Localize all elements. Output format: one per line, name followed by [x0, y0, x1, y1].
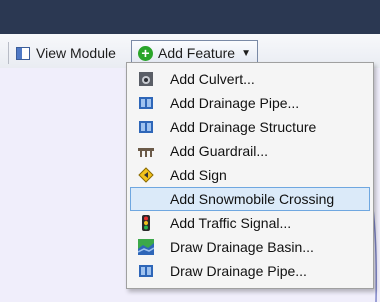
menu-item-label: Draw Drainage Pipe...	[170, 263, 307, 279]
traffic-signal-icon	[142, 215, 150, 231]
menu-item-add-sign[interactable]: Add Sign	[130, 163, 370, 187]
menu-item-label: Add Drainage Structure	[170, 119, 317, 135]
culvert-icon	[139, 72, 153, 86]
menu-item-label: Add Sign	[170, 167, 227, 183]
toolbar-separator	[8, 42, 9, 64]
menu-item-draw-drainage-pipe[interactable]: Draw Drainage Pipe...	[130, 259, 370, 283]
view-module-label: View Module	[36, 45, 116, 61]
menu-item-label: Draw Drainage Basin...	[170, 239, 314, 255]
guardrail-icon	[138, 148, 154, 157]
drainage-structure-icon	[139, 121, 153, 133]
menu-item-add-drainage-structure[interactable]: Add Drainage Structure	[130, 115, 370, 139]
menu-item-label: Add Traffic Signal...	[170, 215, 292, 231]
menu-item-label: Add Drainage Pipe...	[170, 95, 300, 111]
add-icon: +	[138, 45, 153, 61]
menu-item-draw-drainage-basin[interactable]: Draw Drainage Basin...	[130, 235, 370, 259]
add-feature-label: Add Feature	[158, 45, 236, 61]
menu-item-add-guardrail[interactable]: Add Guardrail...	[130, 139, 370, 163]
view-module-button[interactable]: View Module	[16, 42, 116, 64]
drainage-pipe-icon	[139, 97, 153, 109]
drainage-pipe-icon	[139, 265, 153, 277]
title-bar	[0, 0, 380, 34]
view-module-icon	[16, 46, 30, 60]
menu-item-add-traffic-signal[interactable]: Add Traffic Signal...	[130, 211, 370, 235]
menu-item-label: Add Guardrail...	[170, 143, 269, 159]
add-feature-menu: Add Culvert... Add Drainage Pipe... Add …	[126, 62, 374, 289]
sign-icon	[138, 167, 154, 183]
menu-item-label: Add Snowmobile Crossing	[170, 191, 335, 207]
menu-item-add-snowmobile-crossing[interactable]: Add Snowmobile Crossing	[130, 187, 370, 211]
menu-item-add-culvert[interactable]: Add Culvert...	[130, 67, 370, 91]
drainage-basin-icon	[138, 239, 154, 255]
menu-item-add-drainage-pipe[interactable]: Add Drainage Pipe...	[130, 91, 370, 115]
menu-item-label: Add Culvert...	[170, 71, 255, 87]
dropdown-arrow-icon: ▼	[241, 47, 251, 59]
